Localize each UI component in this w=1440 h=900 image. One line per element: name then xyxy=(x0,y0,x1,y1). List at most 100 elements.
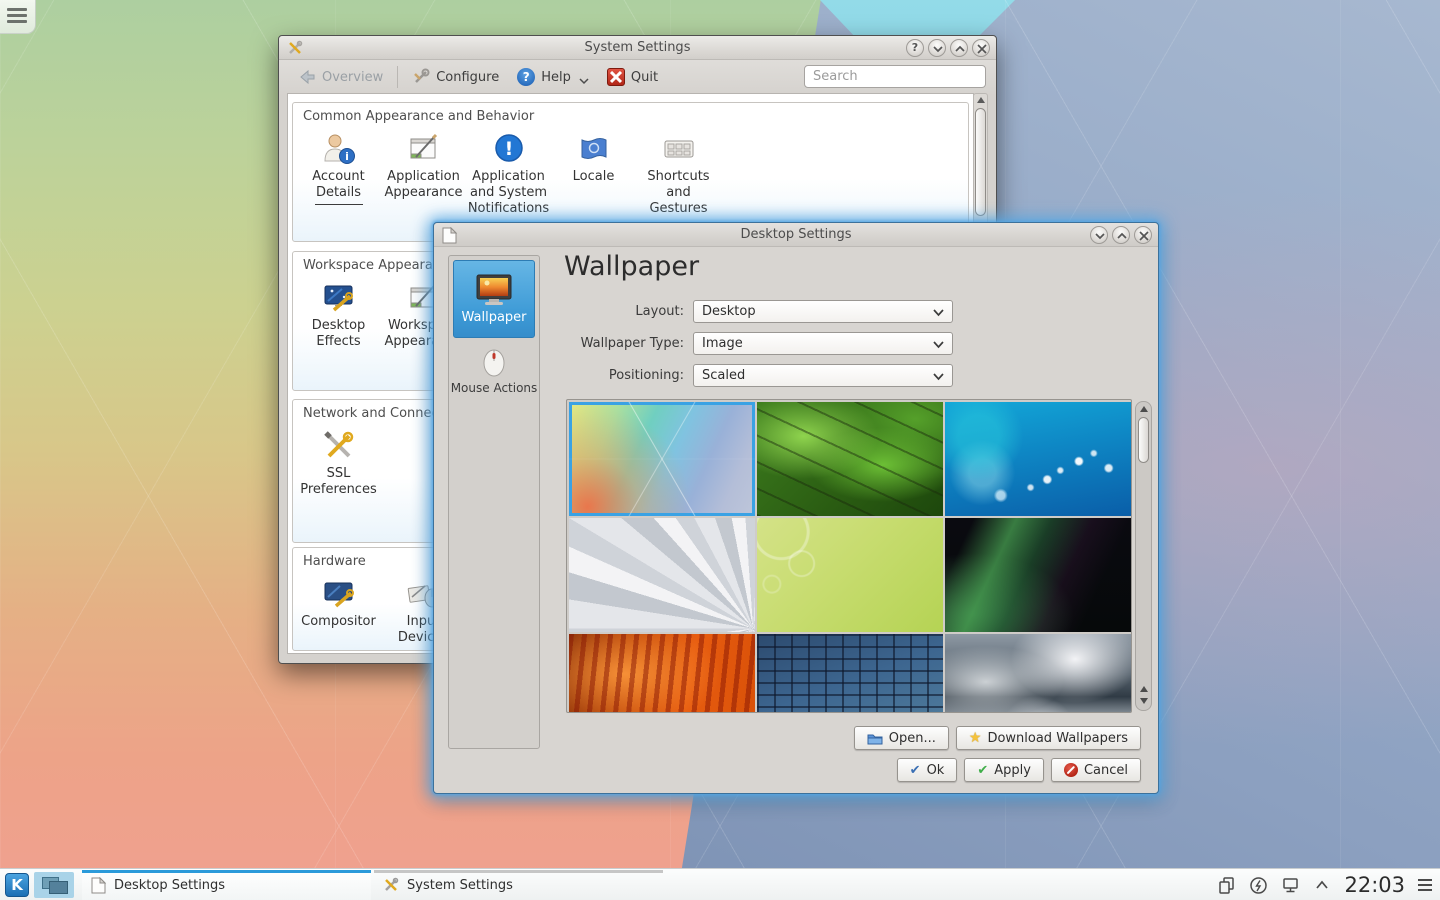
dialog-minimize-button[interactable] xyxy=(1090,226,1108,244)
digital-clock[interactable]: 22:03 xyxy=(1344,873,1405,897)
settings-item-compositor[interactable]: Compositor xyxy=(296,577,381,646)
kde-logo-icon: K xyxy=(11,876,23,894)
scrollbar-thumb[interactable] xyxy=(975,108,986,216)
sidebar-item-wallpaper[interactable]: Wallpaper xyxy=(453,260,535,338)
layout-select[interactable]: Desktop xyxy=(693,300,953,323)
system-settings-titlebar[interactable]: System Settings ? xyxy=(279,36,996,60)
wallpaper-thumb-kde-default-triangles[interactable] xyxy=(569,402,755,516)
wallpaper-gallery xyxy=(566,399,1132,713)
item-label: Desktop Effects xyxy=(296,318,381,350)
apply-label: Apply xyxy=(994,763,1031,778)
settings-item-application-appearance[interactable]: Application Appearance xyxy=(381,132,466,217)
settings-item-locale[interactable]: Locale xyxy=(551,132,636,217)
crossed-tools-icon xyxy=(383,877,399,893)
svg-text:i: i xyxy=(345,150,349,163)
desktop-toolbox-button[interactable] xyxy=(0,0,36,34)
chevron-up-icon xyxy=(954,44,966,54)
dialog-sidebar: Wallpaper Mouse Actions xyxy=(448,255,540,749)
svg-text:!: ! xyxy=(504,138,513,160)
ok-label: Ok xyxy=(927,763,945,778)
cancel-label: Cancel xyxy=(1084,763,1128,778)
taskbar-item-system-settings[interactable]: System Settings xyxy=(374,869,663,900)
question-icon: ? xyxy=(912,41,918,54)
system-tray: 22:03 xyxy=(1218,869,1432,900)
power-management-icon[interactable] xyxy=(1249,876,1268,895)
scrollbar-thumb[interactable] xyxy=(1138,417,1149,463)
close-icon xyxy=(1138,231,1150,241)
help-icon: ? xyxy=(517,68,535,86)
gallery-scrollbar[interactable] xyxy=(1135,401,1152,711)
close-icon xyxy=(976,44,988,54)
positioning-select[interactable]: Scaled xyxy=(693,364,953,387)
wallpaper-thumb-red-autumn-leaves[interactable] xyxy=(569,634,755,713)
compositor-icon xyxy=(322,577,356,611)
item-label: Locale xyxy=(573,169,615,185)
wallpaper-thumb-gray-light-rays[interactable] xyxy=(569,518,755,632)
download-wallpapers-button[interactable]: ★ Download Wallpapers xyxy=(956,726,1141,750)
application-launcher-button[interactable]: K xyxy=(5,873,29,897)
open-button[interactable]: Open... xyxy=(854,726,949,750)
scroll-up-icon xyxy=(1140,686,1148,692)
wallpaper-thumb-aurora-night-sky[interactable] xyxy=(945,518,1131,632)
settings-item-account-details[interactable]: i Account Details xyxy=(296,132,381,217)
window-help-button[interactable]: ? xyxy=(906,39,924,57)
wallpaper-type-select[interactable]: Image xyxy=(693,332,953,355)
desktop-settings-dialog: Desktop Settings xyxy=(433,222,1159,794)
wallpaper-thumb-blue-bokeh-lights[interactable] xyxy=(945,402,1131,516)
ssl-preferences-icon xyxy=(322,429,356,463)
dialog-close-button[interactable] xyxy=(1134,226,1152,244)
section-title: Hardware xyxy=(303,554,366,569)
window-maximize-button[interactable] xyxy=(950,39,968,57)
task-label: Desktop Settings xyxy=(114,878,225,893)
ok-button[interactable]: ✔ Ok xyxy=(897,758,958,782)
wallpaper-type-label: Wallpaper Type: xyxy=(474,336,684,351)
wrench-icon xyxy=(412,68,430,86)
quit-icon xyxy=(607,68,625,86)
task-label: System Settings xyxy=(407,878,513,893)
positioning-label: Positioning: xyxy=(474,368,684,383)
wallpaper-thumb-green-pine-branches[interactable] xyxy=(757,402,943,516)
item-label: Shortcuts and Gestures xyxy=(636,169,721,217)
window-close-button[interactable] xyxy=(972,39,990,57)
section-title: Common Appearance and Behavior xyxy=(303,109,534,124)
settings-item-notifications[interactable]: ! Application and System Notifications xyxy=(466,132,551,217)
overview-button[interactable]: Overview xyxy=(289,64,392,90)
toolbar-separator xyxy=(397,66,398,88)
settings-item-desktop-effects[interactable]: Desktop Effects xyxy=(296,281,381,350)
chevron-down-icon xyxy=(933,309,944,317)
configure-button[interactable]: Configure xyxy=(403,64,508,90)
document-icon xyxy=(91,877,106,894)
wallpaper-monitor-icon xyxy=(475,274,513,307)
chevron-up-icon xyxy=(1116,231,1128,241)
tray-expand-chevron-up-icon[interactable] xyxy=(1313,878,1331,892)
desktop: System Settings ? Overview xyxy=(0,0,1440,900)
search-input[interactable] xyxy=(804,65,986,88)
chevron-down-icon xyxy=(933,373,944,381)
arrow-left-icon xyxy=(298,68,316,86)
settings-item-shortcuts[interactable]: Shortcuts and Gestures xyxy=(636,132,721,217)
help-label: Help xyxy=(541,70,571,85)
chevron-down-icon xyxy=(932,44,944,54)
wallpaper-thumb-lime-green-circles[interactable] xyxy=(757,518,943,632)
wallpaper-thumb-blue-mosaic-tiles[interactable] xyxy=(757,634,943,713)
window-minimize-button[interactable] xyxy=(928,39,946,57)
dialog-title: Desktop Settings xyxy=(434,227,1158,242)
dialog-maximize-button[interactable] xyxy=(1112,226,1130,244)
display-monitor-icon[interactable] xyxy=(1281,876,1300,894)
open-label: Open... xyxy=(889,731,936,746)
keyboard-shortcuts-icon xyxy=(662,132,696,166)
dialog-titlebar[interactable]: Desktop Settings xyxy=(434,223,1158,247)
quit-button[interactable]: Quit xyxy=(598,64,667,90)
clipboard-icon[interactable] xyxy=(1218,876,1236,894)
apply-button[interactable]: ✔ Apply xyxy=(964,758,1044,782)
item-label: Application Appearance xyxy=(381,169,466,201)
cancel-button[interactable]: Cancel xyxy=(1051,758,1141,782)
help-button[interactable]: ? Help xyxy=(508,64,598,90)
virtual-desktop-pager[interactable] xyxy=(34,872,74,898)
wallpaper-thumb-stormy-sky-horizon[interactable] xyxy=(945,634,1131,713)
page-title: Wallpaper xyxy=(564,251,699,282)
settings-item-ssl-preferences[interactable]: SSL Preferences xyxy=(296,429,381,498)
sidebar-item-label: Mouse Actions xyxy=(451,381,538,395)
taskbar-item-desktop-settings[interactable]: Desktop Settings xyxy=(82,869,371,900)
panel-hamburger-icon[interactable] xyxy=(1418,879,1432,891)
